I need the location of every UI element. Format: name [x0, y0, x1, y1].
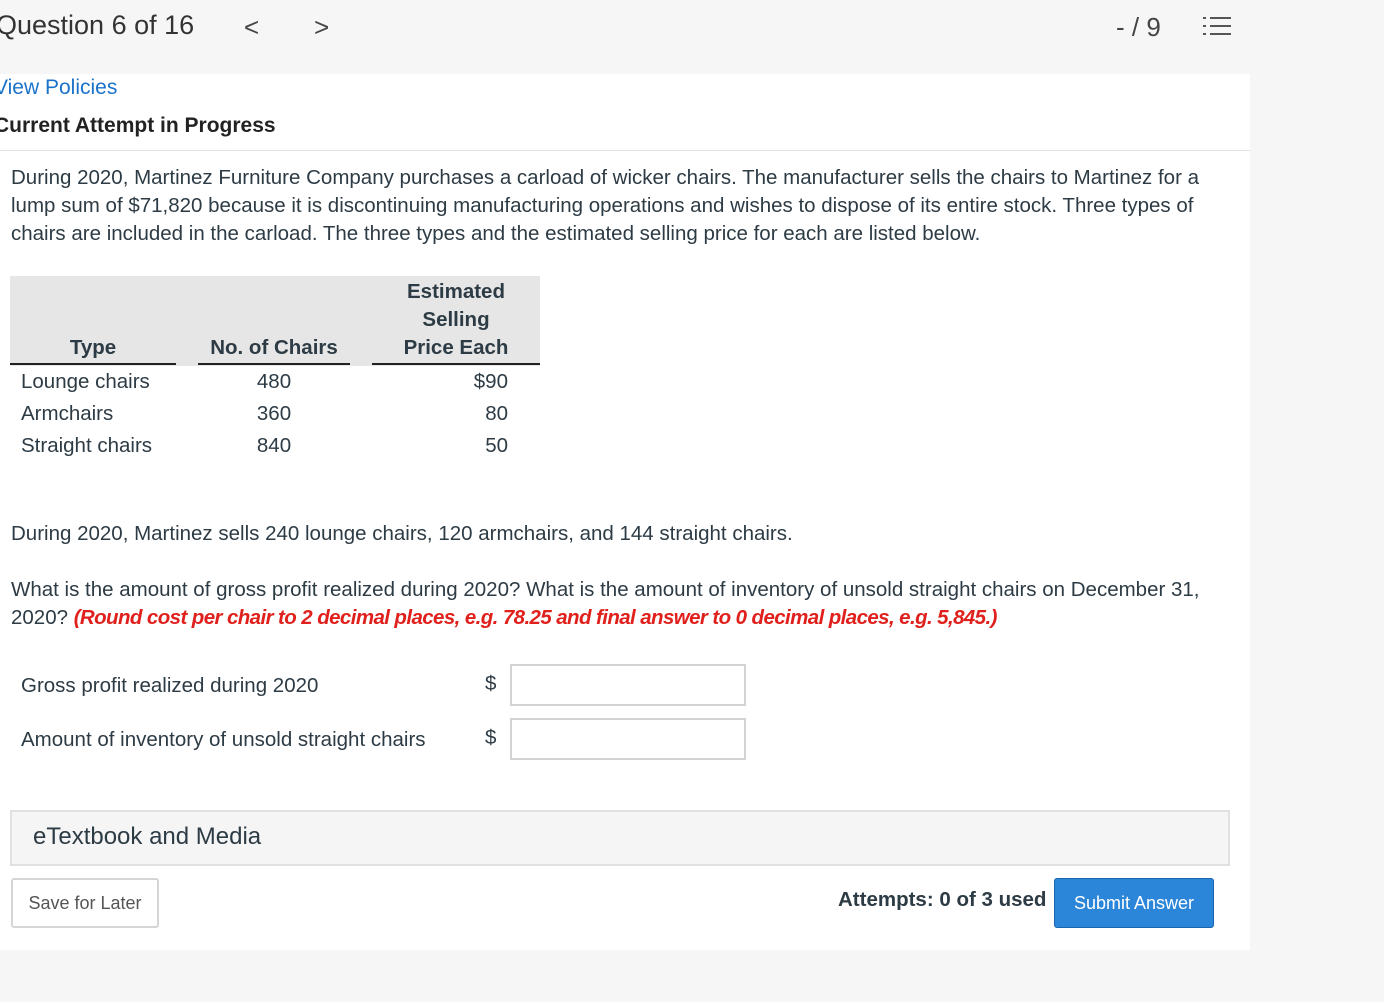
view-policies-link[interactable]: View Policies [0, 76, 117, 100]
submit-answer-button[interactable]: Submit Answer [1054, 878, 1214, 928]
column-header-price-line: Selling [422, 308, 490, 331]
previous-question-icon[interactable]: < [244, 12, 259, 43]
table-cell-count: 840 [256, 434, 292, 457]
table-cell-type: Straight chairs [21, 434, 153, 457]
question-panel: View Policies Current Attempt in Progres… [0, 74, 1250, 950]
column-header-count: No. of Chairs [210, 336, 338, 359]
header-underline [10, 363, 176, 365]
etextbook-media-panel[interactable]: eTextbook and Media [10, 810, 1230, 866]
rounding-hint: (Round cost per chair to 2 decimal place… [73, 606, 998, 629]
column-header-type: Type [69, 336, 117, 359]
attempts-counter: Attempts: 0 of 3 used [838, 888, 1047, 911]
table-cell-type: Armchairs [21, 402, 114, 425]
header-underline [372, 363, 540, 365]
question-counter: Question 6 of 16 [0, 10, 195, 40]
question-navigation-bar: Question 6 of 16 < > - / 9 [0, 0, 1384, 74]
question-score: - / 9 [1116, 12, 1161, 42]
section-divider [0, 150, 1250, 151]
table-cell-price: 50 [485, 434, 508, 457]
etextbook-media-label: eTextbook and Media [33, 823, 262, 850]
problem-paragraph: During 2020, Martinez Furniture Company … [11, 166, 1200, 245]
column-header-price: Estimated Selling Price Each [372, 278, 540, 362]
gross-profit-label: Gross profit realized during 2020 [21, 674, 319, 697]
header-underline [198, 363, 350, 365]
column-header-price-line: Price Each [403, 336, 509, 359]
table-cell-count: 480 [256, 370, 292, 393]
save-for-later-button[interactable]: Save for Later [11, 878, 159, 928]
unsold-inventory-input[interactable] [510, 718, 746, 760]
table-cell-type: Lounge chairs [21, 370, 150, 393]
table-cell-price: 80 [485, 402, 508, 425]
next-question-icon[interactable]: > [314, 12, 329, 43]
table-cell-count: 360 [256, 402, 292, 425]
sales-paragraph: During 2020, Martinez sells 240 lounge c… [11, 522, 793, 545]
table-cell-price: $90 [473, 370, 508, 393]
currency-symbol: $ [485, 726, 497, 749]
column-header-price-line: Estimated [407, 280, 505, 303]
numbered-list-icon[interactable] [1202, 16, 1232, 40]
gross-profit-input[interactable] [510, 664, 746, 706]
currency-symbol: $ [485, 672, 497, 695]
unsold-inventory-label: Amount of inventory of unsold straight c… [21, 728, 426, 751]
question-paragraph: What is the amount of gross profit reali… [11, 576, 1236, 632]
attempt-status-heading: Current Attempt in Progress [0, 114, 276, 137]
